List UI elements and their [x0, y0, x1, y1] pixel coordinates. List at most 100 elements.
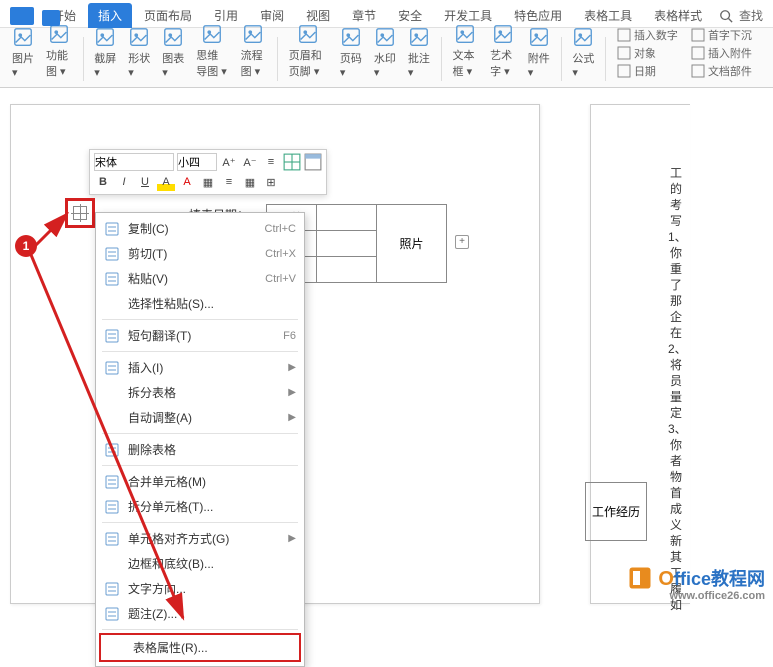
annotation-icon — [408, 26, 430, 48]
ctx-合并单元格M[interactable]: 合并单元格(M) — [96, 469, 304, 494]
ribbon-screenshot-button[interactable]: 截屏 ▾ — [90, 24, 120, 81]
table-grid-icon[interactable] — [283, 153, 301, 171]
formula-icon — [572, 26, 594, 48]
annotation-badge-1: 1 — [15, 235, 37, 257]
align-icon — [104, 531, 120, 547]
pagenum-icon — [340, 26, 362, 48]
ribbon-part-button[interactable]: 文档部件 — [691, 63, 761, 79]
ribbon-annotation-button[interactable]: 批注 ▾ — [404, 24, 434, 81]
file-tab[interactable] — [10, 7, 34, 25]
align-button[interactable]: ≡ — [220, 173, 238, 191]
ribbon-pagenum-button[interactable]: 页码 ▾ — [336, 24, 366, 81]
mini-floating-toolbar: A⁺ A⁻ ≡ B I U A A ▦ ≡ ▦ ⊞ — [89, 149, 327, 195]
table-move-handle[interactable] — [73, 206, 87, 220]
ctx-剪切T[interactable]: 剪切(T)Ctrl+X — [96, 241, 304, 266]
page2-table: 工作经历 — [583, 480, 649, 543]
table-move-handle-highlight — [65, 198, 95, 228]
highlight-button[interactable]: A — [157, 173, 175, 191]
insert-icon — [104, 360, 120, 376]
ribbon-date-button[interactable]: 日期 — [617, 63, 687, 79]
paste-icon — [104, 271, 120, 287]
table-style-icon[interactable] — [304, 153, 322, 171]
search-icon[interactable] — [719, 9, 733, 23]
shading-button[interactable]: ▦ — [199, 173, 217, 191]
textdir-icon — [104, 581, 120, 597]
font-shrink-button[interactable]: A⁻ — [241, 153, 259, 171]
blank-icon — [104, 385, 120, 401]
ctx-短句翻译T[interactable]: 短句翻译(T)F6 — [96, 323, 304, 348]
image-icon — [12, 26, 34, 48]
shapes-icon — [128, 26, 150, 48]
watermark-logo: Office教程网 www.office26.com — [626, 564, 765, 592]
office-logo-icon — [626, 564, 654, 592]
ctx-题注Z[interactable]: 题注(Z)... — [96, 601, 304, 626]
ribbon-attach-button[interactable]: 附件 ▾ — [524, 24, 554, 81]
ctx-自动调整A[interactable]: 自动调整(A)▶ — [96, 405, 304, 430]
ribbon-ins-button[interactable]: 插入附件 — [691, 45, 761, 61]
watermark-icon — [374, 26, 396, 48]
flowchart-icon — [242, 23, 264, 45]
deltable-icon — [104, 442, 120, 458]
ribbon-obj-button[interactable]: 对象 — [617, 45, 687, 61]
font-size-select[interactable] — [177, 153, 217, 171]
blank-icon — [104, 296, 120, 312]
ctx-删除表格[interactable]: 删除表格 — [96, 437, 304, 462]
copy-icon — [104, 221, 120, 237]
ribbon-image-button[interactable]: 图片 ▾ — [8, 24, 38, 81]
ctx-复制C[interactable]: 复制(C)Ctrl+C — [96, 216, 304, 241]
table-context-menu: 复制(C)Ctrl+C剪切(T)Ctrl+X粘贴(V)Ctrl+V选择性粘贴(S… — [95, 212, 305, 667]
ctx-选择性粘贴S[interactable]: 选择性粘贴(S)... — [96, 291, 304, 316]
autofit-button[interactable]: ⊞ — [262, 173, 280, 191]
ribbon: 图片 ▾功能图 ▾截屏 ▾形状 ▾图表 ▾思维导图 ▾流程图 ▾页眉和页脚 ▾页… — [0, 28, 773, 88]
list-button[interactable]: ≡ — [262, 153, 280, 171]
search-label[interactable]: 查找 — [739, 7, 763, 24]
chart-icon — [162, 26, 184, 48]
document-page-2: 工的考写1、你重了那企在2、将员量定3、你者物首成义新其工履如 工作经历 — [590, 104, 690, 604]
ctx-插入I[interactable]: 插入(I)▶ — [96, 355, 304, 380]
ribbon-textbox-button[interactable]: 文本框 ▾ — [449, 21, 483, 81]
ribbon-mindmap-button[interactable]: 思维导图 ▾ — [192, 21, 232, 81]
font-color-button[interactable]: A — [178, 173, 196, 191]
ribbon-shapes-button[interactable]: 形状 ▾ — [124, 24, 154, 81]
ribbon-funcimg-button[interactable]: 功能图 ▾ — [42, 21, 76, 81]
ctx-拆分单元格T[interactable]: 拆分单元格(T)... — [96, 494, 304, 519]
textbox-icon — [454, 23, 476, 45]
ctx-边框和底纹B[interactable]: 边框和底纹(B)... — [96, 551, 304, 576]
ribbon-headerfooter-button[interactable]: 页眉和页脚 ▾ — [285, 21, 332, 81]
bold-button[interactable]: B — [94, 173, 112, 191]
merge-cells-button[interactable]: ▦ — [241, 173, 259, 191]
ctx-文字方向[interactable]: 文字方向... — [96, 576, 304, 601]
blank-icon — [104, 556, 120, 572]
blank-icon — [104, 410, 120, 426]
workspace: A⁺ A⁻ ≡ B I U A A ▦ ≡ ▦ ⊞ 填表日期： — [0, 88, 773, 600]
attach-icon — [528, 26, 550, 48]
ribbon-flowchart-button[interactable]: 流程图 ▾ — [237, 21, 271, 81]
underline-button[interactable]: U — [136, 173, 154, 191]
ribbon-wordart-button[interactable]: 艺术字 ▾ — [486, 21, 520, 81]
ribbon-watermark-button[interactable]: 水印 ▾ — [370, 24, 400, 81]
ctx-单元格对齐方式G[interactable]: 单元格对齐方式(G)▶ — [96, 526, 304, 551]
split-icon — [104, 499, 120, 515]
translate-icon — [104, 328, 120, 344]
caption-icon — [104, 606, 120, 622]
ribbon-num-button[interactable]: 插入数字 — [617, 27, 687, 43]
headerfooter-icon — [297, 23, 319, 45]
funcimg-icon — [48, 23, 70, 45]
add-column-handle[interactable]: + — [455, 235, 469, 249]
ribbon-cap-button[interactable]: 首字下沉 — [691, 27, 761, 43]
mindmap-icon — [201, 23, 223, 45]
page2-side-text: 工的考写1、你重了那企在2、将员量定3、你者物首成义新其工履如 — [668, 165, 684, 613]
cut-icon — [104, 246, 120, 262]
doc-tab-icon — [42, 10, 60, 26]
ctx-拆分表格[interactable]: 拆分表格▶ — [96, 380, 304, 405]
font-grow-button[interactable]: A⁺ — [220, 153, 238, 171]
ribbon-chart-button[interactable]: 图表 ▾ — [158, 24, 188, 81]
ribbon-formula-button[interactable]: 公式 ▾ — [568, 24, 598, 81]
italic-button[interactable]: I — [115, 173, 133, 191]
blank-icon — [109, 640, 125, 656]
ctx-表格属性R[interactable]: 表格属性(R)... — [99, 633, 301, 662]
wordart-icon — [492, 23, 514, 45]
ctx-粘贴V[interactable]: 粘贴(V)Ctrl+V — [96, 266, 304, 291]
merge-icon — [104, 474, 120, 490]
font-family-select[interactable] — [94, 153, 174, 171]
